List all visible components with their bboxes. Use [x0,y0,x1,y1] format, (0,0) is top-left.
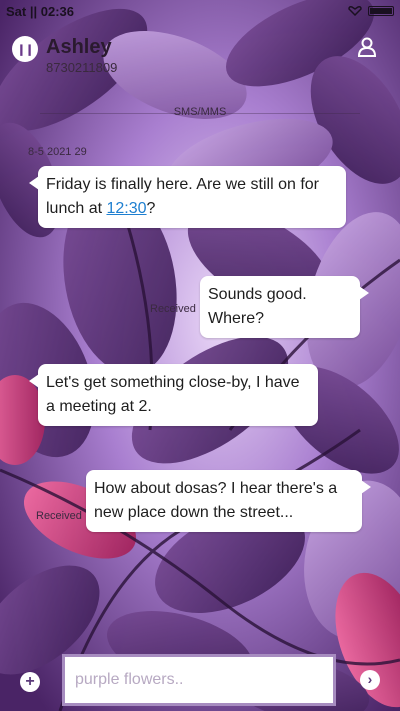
message-input-placeholder: purple flowers.. [75,671,184,688]
message-bubble-incoming[interactable]: Let's get something close-by, I have a m… [29,364,318,426]
battery-icon [368,6,394,16]
message-input[interactable]: purple flowers.. [62,654,336,706]
message-text: Let's get something close-by, I have a m… [46,374,300,415]
status-time: Sat || 02:36 [6,3,74,19]
message-status: Received [36,510,82,522]
heart-icon [348,6,362,16]
status-icons [348,6,394,16]
message-text-end: ? [146,200,156,217]
contact-number: 8730211809 [46,60,118,75]
plus-icon[interactable]: + [20,672,40,692]
status-bar: Sat || 02:36 [0,0,400,22]
message-bubble-outgoing[interactable]: Sounds good. Where? [200,276,369,338]
message-type-label: SMS/MMS [173,106,227,118]
chevron-right-icon[interactable]: › [360,670,380,690]
message-text: Friday is finally here. Are we still on … [46,176,319,217]
message-timestamp: 8-5 2021 29 [28,146,87,158]
person-icon[interactable] [356,36,378,58]
message-text: How about dosas? I hear there's a new pl… [94,480,338,521]
message-bubble-outgoing[interactable]: How about dosas? I hear there's a new pl… [86,470,371,532]
compose-bar: + purple flowers.. › [0,654,400,711]
conversation-header: ❙❙ Ashley 8730211809 [0,30,400,80]
message-status: Received [150,303,196,315]
contact-name: Ashley [46,36,112,58]
message-time-link[interactable]: 12:30 [106,200,146,217]
message-text: Sounds good. Where? [208,286,307,327]
pause-icon[interactable]: ❙❙ [12,36,38,62]
message-bubble-incoming[interactable]: Friday is finally here. Are we still on … [29,166,346,228]
